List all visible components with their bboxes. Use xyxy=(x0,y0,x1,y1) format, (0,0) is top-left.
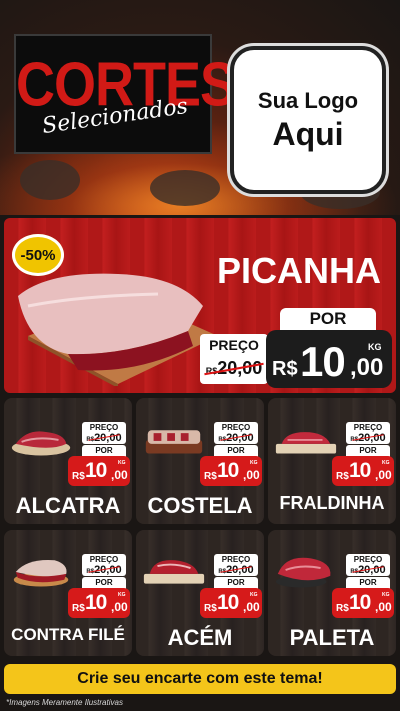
price-unit: KG xyxy=(118,592,126,598)
logo-placeholder-line2: Aqui xyxy=(272,115,344,152)
product-card[interactable]: PREÇOR$20,00PORR$10,00KGPALETA xyxy=(268,530,396,656)
product-card[interactable]: PREÇOR$20,00PORR$10,00KGCOSTELA xyxy=(136,398,264,524)
price-unit: KG xyxy=(368,342,382,352)
price-integer: 10 xyxy=(349,459,371,482)
image-disclaimer: *Imagens Meramente Ilustrativas xyxy=(6,698,123,707)
price-decimal: ,00 xyxy=(111,600,128,614)
product-name: ACÉM xyxy=(167,625,233,650)
product-image xyxy=(145,430,203,454)
logo-placeholder-line1: Sua Logo xyxy=(257,87,359,113)
price-decimal: ,00 xyxy=(111,468,128,482)
store-logo-placeholder[interactable]: Sua Logo Aqui xyxy=(230,46,386,194)
old-price: PREÇOR$20,00 xyxy=(214,422,258,444)
price-decimal: ,00 xyxy=(375,468,392,482)
new-price: R$ 10 ,00 KG xyxy=(68,588,130,618)
price-currency: R$ xyxy=(204,603,217,614)
new-price: R$ 10 ,00 KG xyxy=(68,456,130,486)
product-name: PALETA xyxy=(289,625,375,650)
old-price: PREÇOR$20,00 xyxy=(82,422,126,444)
price-integer: 10 xyxy=(349,591,371,614)
new-price: R$ 10 ,00 KG xyxy=(332,456,394,486)
product-name: CONTRA FILÉ xyxy=(11,625,125,644)
create-flyer-button[interactable]: Crie seu encarte com este tema! xyxy=(4,664,396,694)
product-image xyxy=(13,560,69,587)
old-price-label: PREÇO xyxy=(89,423,119,432)
old-price: PREÇOR$20,00 xyxy=(214,554,258,576)
price-decimal: ,00 xyxy=(375,600,392,614)
product-name: COSTELA xyxy=(147,493,253,518)
price-decimal: ,00 xyxy=(243,600,260,614)
old-price: PREÇOR$20,00 xyxy=(346,422,390,444)
old-price: PREÇOR$20,00 xyxy=(82,554,126,576)
old-price-label: PREÇO xyxy=(209,337,259,353)
price-integer: 10 xyxy=(217,459,239,482)
product-card[interactable]: PREÇOR$20,00PORR$10,00KGFRALDINHA xyxy=(268,398,396,524)
price-integer: 10 xyxy=(85,591,107,614)
cortes-selecionados-logo: CORTES Selecionados xyxy=(14,34,236,154)
new-price: R$ 10 ,00 KG xyxy=(332,588,394,618)
featured-por-label: POR xyxy=(280,308,376,330)
product-name: ALCATRA xyxy=(15,493,121,518)
old-price-label: PREÇO xyxy=(221,555,251,564)
price-unit: KG xyxy=(250,592,258,598)
product-image xyxy=(275,557,331,588)
charcoal-decoration xyxy=(20,160,80,200)
product-card[interactable]: PREÇOR$20,00PORR$10,00KGACÉM xyxy=(136,530,264,656)
new-price: R$ 10 ,00 KG xyxy=(200,456,262,486)
price-unit: KG xyxy=(250,460,258,466)
new-price: R$ 10 ,00 KG xyxy=(200,588,262,618)
price-currency: R$ xyxy=(336,471,349,482)
price-currency: R$ xyxy=(72,471,85,482)
price-currency: R$ xyxy=(72,603,85,614)
price-integer: 10 xyxy=(300,338,346,385)
price-currency: R$ xyxy=(336,603,349,614)
old-price-label: PREÇO xyxy=(221,423,251,432)
old-price-label: PREÇO xyxy=(89,555,119,564)
price-currency: R$ xyxy=(272,358,298,380)
featured-product-name: PICANHA xyxy=(216,250,381,291)
product-image xyxy=(11,431,71,456)
price-unit: KG xyxy=(382,592,390,598)
product-image xyxy=(143,560,205,584)
price-decimal: ,00 xyxy=(350,354,384,381)
product-image xyxy=(275,432,337,454)
product-name: FRALDINHA xyxy=(279,493,385,513)
old-price: PREÇOR$20,00 xyxy=(346,554,390,576)
product-card[interactable]: PREÇOR$20,00PORR$10,00KGCONTRA FILÉ xyxy=(4,530,132,656)
old-price-label: PREÇO xyxy=(353,555,383,564)
price-integer: 10 xyxy=(217,591,239,614)
featured-old-price: PREÇO R$20,00 xyxy=(200,334,268,384)
charcoal-decoration xyxy=(150,170,220,206)
price-integer: 10 xyxy=(85,459,107,482)
featured-new-price: R$ 10 ,00 KG xyxy=(266,330,392,388)
price-currency: R$ xyxy=(204,471,217,482)
price-unit: KG xyxy=(382,460,390,466)
old-price-label: PREÇO xyxy=(353,423,383,432)
product-card[interactable]: PREÇOR$20,00PORR$10,00KGALCATRA xyxy=(4,398,132,524)
price-unit: KG xyxy=(118,460,126,466)
discount-badge: -50% xyxy=(12,234,64,276)
price-decimal: ,00 xyxy=(243,468,260,482)
